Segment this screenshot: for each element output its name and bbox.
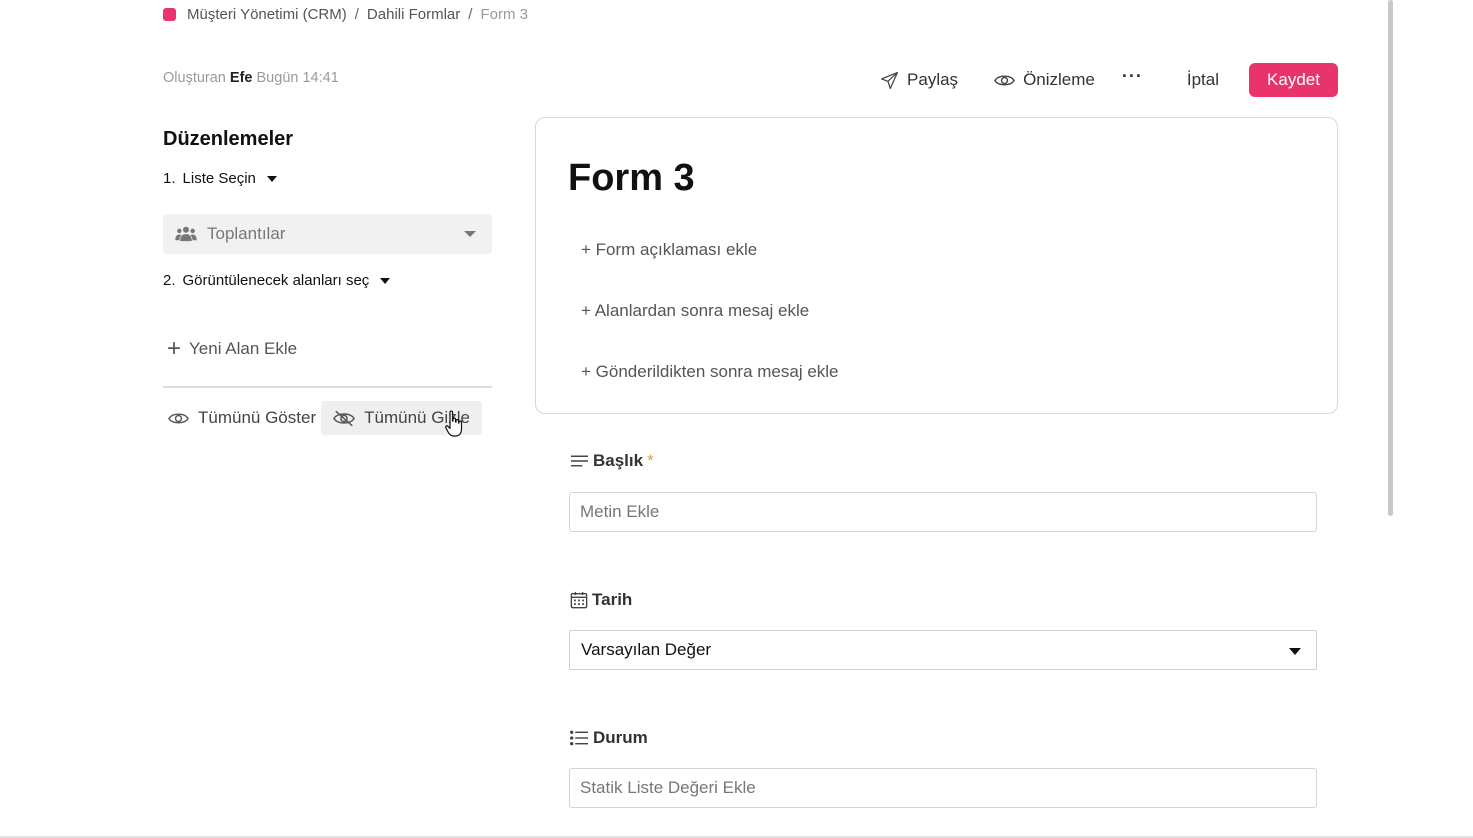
share-button[interactable]: Paylaş (880, 70, 958, 90)
plus-icon: + (167, 335, 182, 362)
date-default-value: Varsayılan Değer (581, 640, 712, 659)
author-name: Efe (229, 70, 253, 86)
more-dots-icon: ··· (1121, 66, 1143, 86)
step-number: 1. (163, 170, 176, 187)
workspace-color-dot (163, 7, 176, 21)
eye-icon (994, 75, 1016, 85)
field-label-status: Durum (570, 728, 648, 748)
required-mark: * (647, 451, 654, 470)
show-all-label: Tümünü Göster (198, 408, 317, 427)
more-options-button[interactable]: ··· (1122, 67, 1143, 93)
status-input[interactable] (569, 768, 1317, 808)
eye-icon (168, 413, 189, 423)
chevron-down-icon (464, 231, 476, 237)
show-all-button[interactable]: Tümünü Göster (163, 401, 321, 435)
sidebar-divider (163, 386, 492, 388)
caret-down-icon (266, 175, 277, 182)
caret-down-icon (1289, 648, 1301, 655)
cancel-button[interactable]: İptal (1187, 70, 1219, 90)
save-button[interactable]: Kaydet (1249, 63, 1338, 97)
field-label-title: Başlık * (570, 451, 654, 471)
add-form-description-link[interactable]: + Form açıklaması ekle (581, 240, 757, 260)
hand-cursor-icon (445, 410, 463, 437)
title-input[interactable] (569, 492, 1317, 532)
cancel-label: İptal (1186, 70, 1219, 89)
field-label-text: Durum (593, 728, 648, 747)
text-lines-icon (570, 455, 589, 467)
caret-down-icon (380, 277, 391, 284)
step-label: Liste Seçin (182, 170, 256, 187)
field-label-text: Tarih (592, 590, 633, 609)
form-title[interactable]: Form 3 (568, 157, 695, 200)
list-icon (570, 730, 589, 746)
send-icon (880, 71, 899, 89)
step-number: 2. (163, 272, 176, 289)
breadcrumb-current: Form 3 (480, 5, 528, 23)
field-label-date: Tarih (570, 590, 632, 610)
add-new-field-button[interactable]: + Yeni Alan Ekle (167, 337, 297, 361)
visibility-toggle-group: Tümünü Göster Tümünü Gizle (163, 401, 492, 435)
breadcrumb: Müşteri Yönetimi (CRM) / Dahili Formlar … (163, 4, 528, 24)
add-message-after-submit-link[interactable]: + Gönderildikten sonra mesaj ekle (581, 362, 839, 382)
field-label-text: Başlık (593, 451, 644, 470)
share-label: Paylaş (907, 70, 959, 89)
eye-off-icon (333, 410, 356, 426)
calendar-icon (570, 591, 588, 609)
preview-label: Önizleme (1023, 70, 1095, 89)
step-select-fields[interactable]: 2. Görüntülenecek alanları seç (163, 272, 391, 289)
created-time: Bugün 14:41 (256, 70, 339, 86)
sidebar-title: Düzenlemeler (163, 128, 294, 150)
scrollbar[interactable] (1388, 0, 1393, 516)
add-message-after-fields-link[interactable]: + Alanlardan sonra mesaj ekle (581, 301, 809, 321)
created-by-info: Oluşturan Efe Bugün 14:41 (163, 70, 339, 86)
breadcrumb-separator: / (354, 5, 359, 23)
top-toolbar: Paylaş Önizleme ··· İptal Kaydet (880, 63, 1338, 97)
date-default-select[interactable]: Varsayılan Değer (569, 630, 1317, 670)
breadcrumb-item-internal-forms[interactable]: Dahili Formlar (367, 6, 460, 23)
users-icon (175, 226, 197, 242)
list-select-value: Toplantılar (207, 224, 286, 243)
add-field-label: Yeni Alan Ekle (189, 339, 298, 358)
breadcrumb-separator: / (468, 5, 473, 23)
step-select-list[interactable]: 1. Liste Seçin (163, 170, 277, 187)
list-select-dropdown[interactable]: Toplantılar (163, 214, 492, 254)
created-prefix: Oluşturan (163, 70, 226, 86)
breadcrumb-item-crm[interactable]: Müşteri Yönetimi (CRM) (187, 6, 347, 23)
step-label: Görüntülenecek alanları seç (182, 272, 370, 289)
preview-button[interactable]: Önizleme (994, 70, 1095, 90)
